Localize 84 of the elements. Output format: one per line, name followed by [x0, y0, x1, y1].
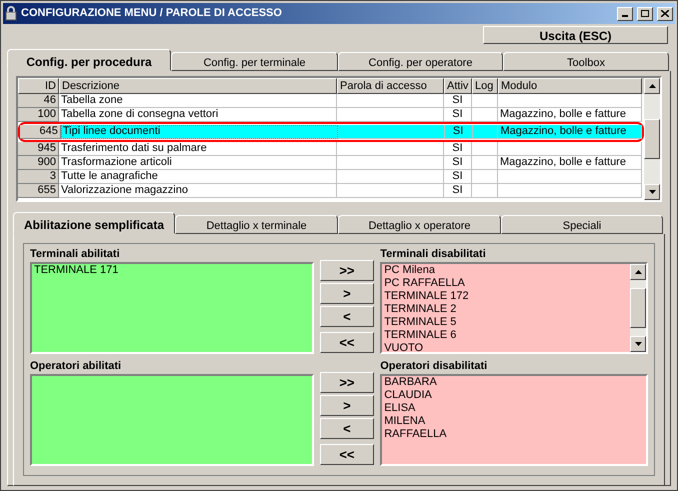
scroll-down-button[interactable]	[644, 184, 660, 200]
table-cell: SI	[444, 108, 472, 122]
scrollbar[interactable]	[644, 78, 660, 200]
scroll-thumb[interactable]	[644, 119, 660, 159]
move-button[interactable]: >	[320, 283, 374, 304]
tab[interactable]: Abilitazione semplificata	[13, 212, 175, 234]
move-button[interactable]: >	[320, 395, 374, 416]
list-item[interactable]: TERMINALE 5	[384, 316, 628, 329]
list-item[interactable]: TERMINALE 6	[384, 329, 628, 342]
tab[interactable]: Speciali	[501, 215, 663, 234]
list-item[interactable]: TERMINALE 2	[384, 303, 628, 316]
table-cell: Tipi linee documenti	[60, 125, 338, 139]
list-item[interactable]: PC RAFFAELLA	[384, 277, 628, 290]
table-cell: Magazzino, bolle e fatture	[500, 125, 626, 137]
list-item[interactable]: ELISA	[384, 402, 644, 415]
up-arrow-icon	[648, 84, 656, 88]
table-cell: 3	[18, 170, 59, 184]
table-cell: Magazzino, bolle e fatture	[500, 156, 626, 168]
window-title: CONFIGURAZIONE MENU / PAROLE DI ACCESSO	[21, 6, 283, 22]
list-item[interactable]: VUOTO	[384, 342, 628, 355]
table-cell: 46	[18, 94, 59, 108]
tab[interactable]: Dettaglio x operatore	[338, 215, 501, 234]
table-cell: 655	[18, 184, 59, 198]
table-cell: 100	[18, 108, 59, 122]
padlock-icon	[5, 6, 17, 21]
table-cell: SI	[444, 125, 473, 139]
move-button[interactable]: <	[320, 306, 374, 327]
list-item[interactable]: MILENA	[384, 415, 644, 428]
move-button[interactable]: <<	[320, 332, 374, 353]
column-header[interactable]: Modulo	[498, 78, 642, 94]
scroll-thumb[interactable]	[630, 288, 646, 328]
table-row[interactable]: 100 Tabella zone di consegna vettori SI Magazzino, bolle e fatture	[18, 108, 644, 122]
maximize-button[interactable]	[637, 6, 653, 20]
scrollbar[interactable]	[630, 264, 646, 352]
close-icon	[661, 10, 669, 17]
list-item[interactable]: PC Milena	[384, 264, 628, 277]
maximize-icon	[641, 10, 649, 17]
tab[interactable]: Toolbox	[503, 52, 669, 71]
column-header[interactable]: ID	[18, 78, 59, 94]
list-label: Terminali disabilitati	[380, 247, 487, 262]
table-row[interactable]: 945 Trasferimento dati su palmare SI	[18, 142, 644, 156]
list-label: Terminali abilitati	[30, 247, 121, 262]
table-cell: 645	[20, 125, 61, 139]
exit-button[interactable]: Uscita (ESC)	[483, 26, 668, 44]
table-cell: 945	[18, 142, 59, 156]
close-button[interactable]	[657, 6, 673, 20]
table-cell: Magazzino, bolle e fatture	[500, 108, 626, 120]
list-label: Operatori disabilitati	[380, 359, 488, 374]
column-header[interactable]: Attiv	[444, 78, 472, 94]
list-item[interactable]: TERMINALE 172	[384, 290, 628, 303]
tab[interactable]: Dettaglio x terminale	[175, 215, 338, 234]
table-cell: Valorizzazione magazzino	[59, 184, 337, 198]
enabled-list[interactable]: TERMINALE 171	[30, 262, 314, 354]
column-header[interactable]: Log	[472, 78, 498, 94]
tab[interactable]: Config. per procedura	[7, 49, 171, 71]
table-cell: 900	[18, 156, 59, 170]
tab[interactable]: Config. per terminale	[171, 52, 338, 71]
list-item[interactable]: RAFFAELLA	[384, 428, 644, 441]
table-row[interactable]: 655 Valorizzazione magazzino SI	[18, 184, 644, 198]
scroll-up-button[interactable]	[630, 264, 646, 280]
list-item[interactable]: BARBARA	[384, 376, 644, 389]
scroll-up-button[interactable]	[644, 78, 660, 94]
move-button[interactable]: <	[320, 418, 374, 439]
move-button[interactable]: <<	[320, 444, 374, 465]
table-row[interactable]: 3 Tutte le anagrafiche SI	[18, 170, 644, 184]
down-arrow-icon	[648, 190, 656, 194]
list-label: Operatori abilitati	[30, 359, 122, 374]
column-header[interactable]: Descrizione	[59, 78, 337, 94]
tab[interactable]: Config. per operatore	[338, 52, 503, 71]
list-item[interactable]: CLAUDIA	[384, 389, 644, 402]
table-row[interactable]: 46 Tabella zone SI	[18, 94, 644, 108]
list-item[interactable]: TERMINALE 171	[34, 264, 310, 277]
table-cell: SI	[444, 184, 472, 198]
down-arrow-icon	[634, 342, 642, 346]
scroll-down-button[interactable]	[630, 336, 646, 352]
up-arrow-icon	[634, 270, 642, 274]
enabled-list[interactable]	[30, 374, 314, 466]
table-cell: Tabella zone di consegna vettori	[59, 108, 337, 122]
move-button[interactable]: >>	[320, 260, 374, 281]
table-row[interactable]: 645 Tipi linee documenti SI Magazzino, bolle e fatture	[20, 125, 642, 139]
table-row[interactable]: 900 Trasformazione articoli SI Magazzino, bolle e fatture	[18, 156, 644, 170]
minimize-button[interactable]	[617, 6, 633, 20]
column-header[interactable]: Parola di accesso	[337, 78, 444, 94]
move-button[interactable]: >>	[320, 372, 374, 393]
